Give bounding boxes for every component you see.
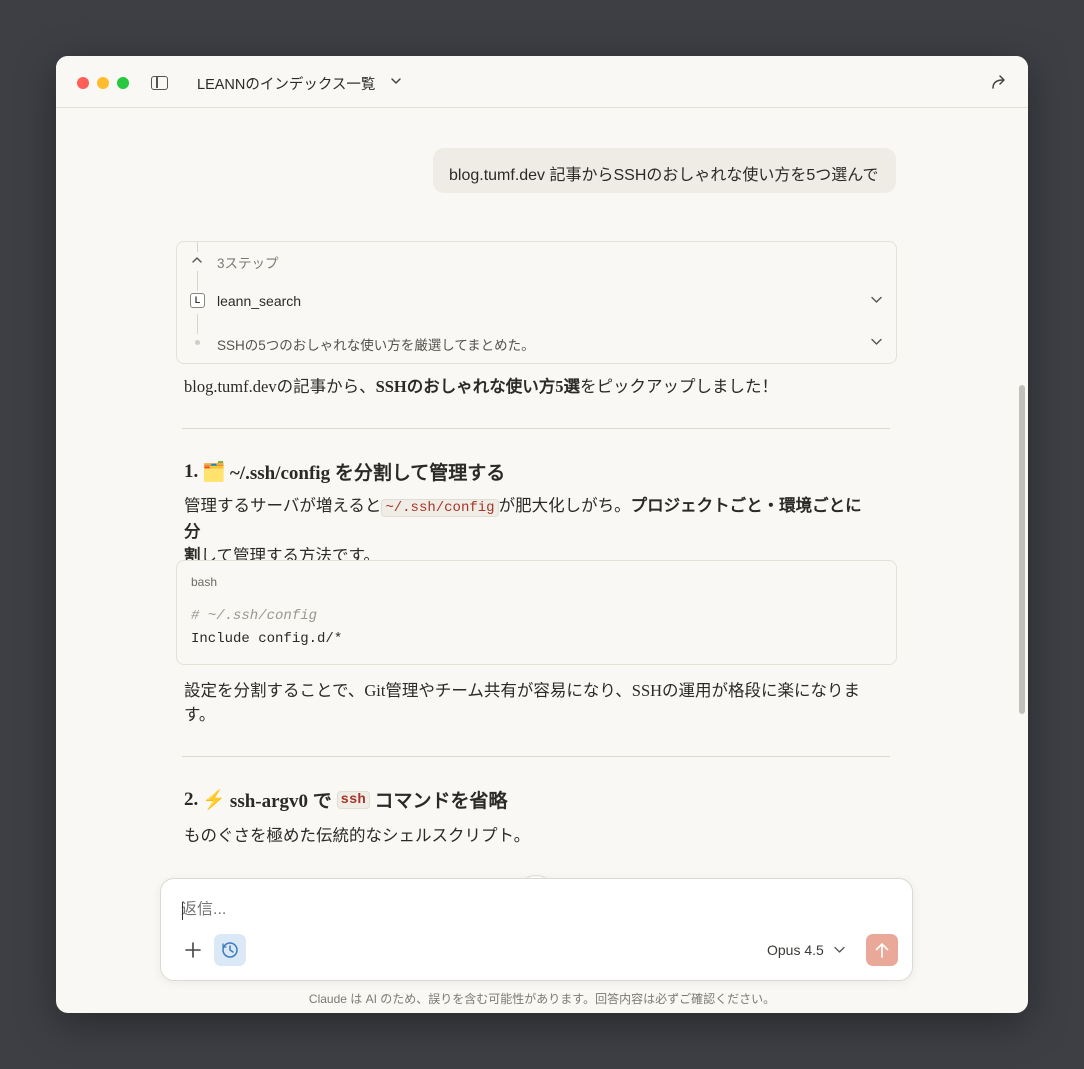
step-dot-icon: [195, 340, 200, 345]
folder-icon: 🗂️: [202, 461, 226, 483]
chevron-down-icon[interactable]: [870, 335, 883, 348]
history-button[interactable]: [214, 934, 246, 966]
response-intro: blog.tumf.devの記事から、SSHのおしゃれな使い方5選をピックアップ…: [184, 377, 779, 396]
chevron-down-icon[interactable]: [833, 943, 846, 956]
step-connector: [197, 271, 198, 291]
section-1-heading: 1. 🗂️ ~/.ssh/config を分割して管理する: [184, 460, 506, 485]
clock-icon: [222, 942, 238, 958]
inline-code: ~/.ssh/config: [381, 499, 499, 517]
send-button[interactable]: [866, 934, 898, 966]
chevron-down-icon[interactable]: [870, 293, 883, 306]
section-2-heading: 2. ⚡ ssh-argv0 で ssh コマンドを省略: [184, 788, 508, 813]
user-message: blog.tumf.dev 記事からSSHのおしゃれな使い方を5つ選んで: [433, 148, 896, 193]
app-window: LEANNのインデックス一覧 blog.tumf.dev 記事からSSHのおしゃ…: [56, 56, 1028, 1013]
arrow-up-icon: [875, 943, 889, 958]
step-connector: [197, 314, 198, 334]
section-1-paragraph: 管理するサーバが増えると ~/.ssh/config が肥大化しがち。プロジェクトご…: [184, 496, 862, 565]
section-1-conclusion: 設定を分割することで、Git管理やチーム共有が容易になり、SSHの運用が格段に楽…: [184, 681, 861, 724]
title-bar: LEANNのインデックス一覧: [56, 56, 1028, 108]
sidebar-toggle-icon[interactable]: [151, 76, 168, 90]
chevron-down-icon[interactable]: [389, 74, 403, 88]
zoom-window-button[interactable]: [117, 77, 129, 89]
code-line: Include config.d/*: [191, 631, 343, 647]
divider: [182, 756, 890, 757]
share-icon[interactable]: [990, 73, 1008, 91]
disclaimer-text: Claude は AI のため、誤りを含む可能性があります。回答内容は必ずご確認…: [308, 992, 776, 1006]
steps-count[interactable]: 3ステップ: [217, 252, 279, 272]
chevron-up-icon[interactable]: [191, 255, 203, 265]
text-cursor: [182, 902, 183, 920]
step-connector: [197, 242, 198, 252]
reply-input[interactable]: [181, 901, 781, 919]
model-selector[interactable]: Opus 4.5: [767, 942, 824, 958]
tool-steps-panel: 3ステップ L leann_search SSHの5つのおしゃれな使い方を厳選し…: [176, 241, 897, 364]
plus-icon[interactable]: [182, 939, 204, 961]
step-leann-search[interactable]: leann_search: [217, 293, 301, 309]
message-composer: Opus 4.5: [160, 878, 913, 981]
leann-tool-icon: L: [190, 293, 205, 308]
divider: [182, 428, 890, 429]
scrollbar[interactable]: [1019, 385, 1025, 714]
close-window-button[interactable]: [77, 77, 89, 89]
step-summary[interactable]: SSHの5つのおしゃれな使い方を厳選してまとめた。: [217, 334, 535, 354]
code-language-label: bash: [191, 575, 218, 589]
inline-code: ssh: [336, 790, 370, 809]
minimize-window-button[interactable]: [97, 77, 109, 89]
lightning-icon: ⚡: [202, 789, 226, 811]
section-2-paragraph: ものぐさを極めた伝統的なシェルスクリプト。: [184, 826, 531, 845]
conversation-title[interactable]: LEANNのインデックス一覧: [197, 73, 375, 94]
code-comment: # ~/.ssh/config: [191, 608, 318, 624]
code-block: bash # ~/.ssh/config Include config.d/*: [176, 560, 897, 665]
